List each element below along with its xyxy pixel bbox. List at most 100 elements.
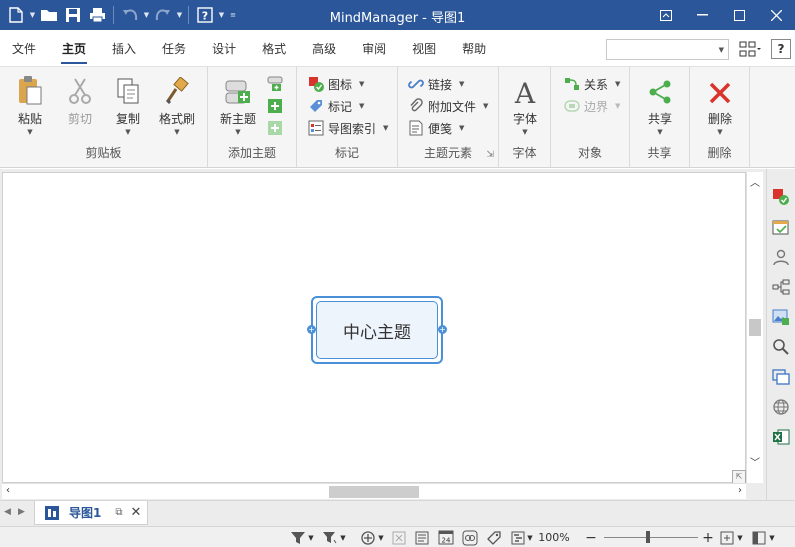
outline-view-icon[interactable] <box>412 529 432 546</box>
add-floating-button[interactable] <box>266 118 287 138</box>
scroll-down-icon[interactable]: ﹀ <box>747 454 763 469</box>
tab-review[interactable]: 审阅 <box>349 30 399 66</box>
tab-view[interactable]: 视图 <box>399 30 449 66</box>
format-painter-button[interactable]: 格式刷 ▼ <box>154 75 200 136</box>
horizontal-scroll-thumb[interactable] <box>329 486 419 498</box>
map-parts-icon[interactable] <box>769 275 793 299</box>
scroll-left-icon[interactable]: ‹ <box>6 485 10 496</box>
zoom-slider-thumb[interactable] <box>646 531 650 543</box>
icons-button[interactable]: 图标 ▼ <box>307 74 364 94</box>
chevron-down-icon[interactable]: ▼ <box>377 529 385 546</box>
tab-scroll-left-icon[interactable]: ◀ <box>4 507 11 517</box>
tab-file[interactable]: 文件 <box>0 30 49 66</box>
add-topic-right-handle[interactable]: + <box>438 325 447 334</box>
delete-button[interactable]: 删除 ▼ <box>698 75 742 136</box>
help-button[interactable]: ? <box>771 39 791 59</box>
detach-tab-icon[interactable]: ⧉ <box>115 507 122 518</box>
tab-task[interactable]: 任务 <box>149 30 199 66</box>
tab-scroll-right-icon[interactable]: ▶ <box>18 507 25 517</box>
search-icon[interactable] <box>769 335 793 359</box>
customize-toolbar-icon[interactable]: ≡ <box>226 3 240 27</box>
layout-icon[interactable] <box>735 38 765 60</box>
gantt-view-icon[interactable] <box>508 529 528 546</box>
print-icon[interactable] <box>85 3 109 27</box>
central-topic[interactable]: 中心主题 + + <box>307 296 447 364</box>
linked-view-icon[interactable] <box>460 529 480 546</box>
chevron-down-icon[interactable]: ▼ <box>526 529 534 546</box>
relationship-button[interactable]: 关系 ▼ <box>563 74 620 94</box>
boundary-button[interactable]: 边界 ▼ <box>563 96 620 116</box>
link-label: 链接 <box>428 77 453 92</box>
redo-icon[interactable] <box>151 3 175 27</box>
fit-map-icon[interactable] <box>389 529 409 546</box>
cut-button[interactable]: 剪切 <box>58 75 102 127</box>
library-image-icon[interactable] <box>769 305 793 329</box>
schedule-view-icon[interactable]: 24 <box>436 529 456 546</box>
font-button[interactable]: A 字体 ▼ <box>503 75 547 136</box>
zoom-in-icon[interactable]: + <box>701 529 715 546</box>
tab-advanced[interactable]: 高级 <box>299 30 349 66</box>
chevron-down-icon[interactable]: ▼ <box>175 3 184 27</box>
horizontal-scrollbar[interactable]: ‹ › <box>2 483 746 499</box>
chevron-down-icon[interactable]: ▼ <box>307 529 315 546</box>
vertical-scrollbar[interactable]: ︿ ﹀ <box>746 172 763 483</box>
zoom-level[interactable]: 100% <box>536 529 572 546</box>
zoom-slider-track[interactable] <box>604 537 698 538</box>
map-overview-icon[interactable]: ⇱ <box>732 470 746 484</box>
zoom-out-icon[interactable]: − <box>584 529 598 546</box>
calendar-task-icon[interactable] <box>769 215 793 239</box>
filter-options-icon[interactable] <box>320 529 340 546</box>
chevron-down-icon[interactable]: ▼ <box>217 3 226 27</box>
maximize-icon[interactable] <box>721 0 758 30</box>
fit-page-icon[interactable] <box>718 529 736 546</box>
share-button[interactable]: 共享 ▼ <box>638 75 682 136</box>
close-tab-icon[interactable]: ✕ <box>131 505 142 520</box>
chevron-down-icon[interactable]: ▼ <box>768 529 776 546</box>
tab-design[interactable]: 设计 <box>199 30 249 66</box>
chevron-down-icon[interactable]: ▼ <box>28 3 37 27</box>
browser-icon[interactable] <box>769 365 793 389</box>
scroll-up-icon[interactable]: ︿ <box>747 174 763 189</box>
copy-button[interactable]: 复制 ▼ <box>106 75 150 136</box>
help-topic-icon[interactable]: ? <box>193 3 217 27</box>
save-icon[interactable] <box>61 3 85 27</box>
filter-icon[interactable] <box>288 529 308 546</box>
undo-icon[interactable] <box>118 3 142 27</box>
open-folder-icon[interactable] <box>37 3 61 27</box>
add-subtopic-button[interactable] <box>266 74 287 94</box>
tab-format[interactable]: 格式 <box>249 30 299 66</box>
new-document-icon[interactable] <box>4 3 28 27</box>
focus-topic-icon[interactable] <box>358 529 378 546</box>
tab-help[interactable]: 帮助 <box>449 30 499 66</box>
tags-button[interactable]: 标记 ▼ <box>307 96 364 116</box>
globe-icon[interactable] <box>769 395 793 419</box>
chevron-down-icon[interactable]: ▼ <box>142 3 151 27</box>
close-icon[interactable] <box>758 0 795 30</box>
add-callout-button[interactable] <box>266 96 287 116</box>
tab-insert[interactable]: 插入 <box>99 30 149 66</box>
markers-pane-icon[interactable] <box>769 185 793 209</box>
paste-button[interactable]: 粘贴 ▼ <box>8 75 52 136</box>
search-combo[interactable]: ▼ <box>606 38 729 60</box>
vertical-scroll-thumb[interactable] <box>749 319 761 336</box>
attachment-button[interactable]: 附加文件 ▼ <box>407 96 488 116</box>
chevron-down-icon: ▼ <box>359 80 365 88</box>
scroll-right-icon[interactable]: › <box>738 485 742 496</box>
document-tab[interactable]: 导图1 ⧉ ✕ <box>34 501 148 525</box>
chevron-down-icon[interactable]: ▼ <box>339 529 347 546</box>
page-setup-icon[interactable] <box>750 529 768 546</box>
map-canvas[interactable]: 中心主题 + + ⇱ <box>2 172 746 484</box>
chevron-down-icon[interactable]: ▼ <box>736 529 744 546</box>
tag-view-icon[interactable] <box>484 529 504 546</box>
boundary-label: 边界 <box>584 99 609 114</box>
minimize-icon[interactable] <box>684 0 721 30</box>
tab-home[interactable]: 主页 <box>49 30 99 66</box>
link-button[interactable]: 链接 ▼ <box>407 74 464 94</box>
ribbon-display-icon[interactable] <box>647 0 684 30</box>
add-topic-left-handle[interactable]: + <box>307 325 316 334</box>
new-topic-button[interactable]: 新主题 ▼ <box>216 75 260 136</box>
map-index-button[interactable]: 导图索引 ▼ <box>307 118 388 138</box>
notes-button[interactable]: 便笺 ▼ <box>407 118 464 138</box>
excel-icon[interactable] <box>769 425 793 449</box>
resources-person-icon[interactable] <box>769 245 793 269</box>
